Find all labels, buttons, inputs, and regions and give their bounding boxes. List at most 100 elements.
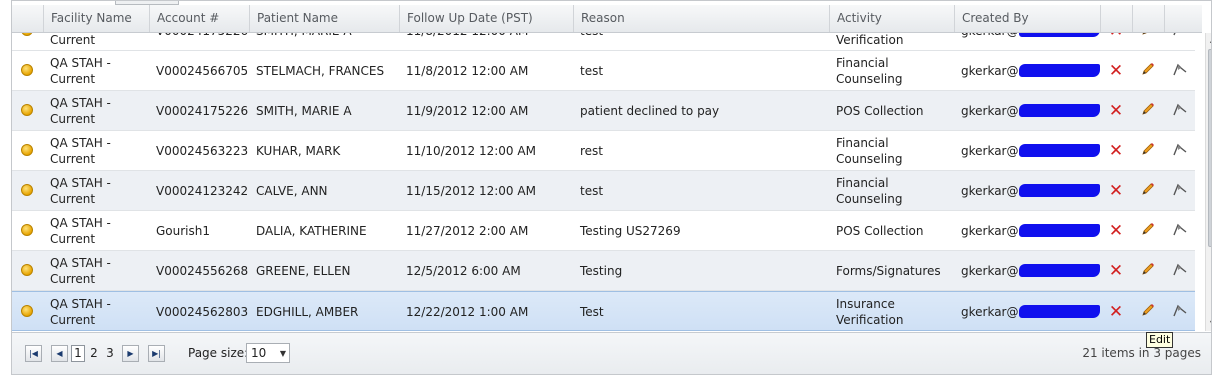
- pencil-icon[interactable]: [1141, 303, 1155, 320]
- scroll-up-arrow-icon[interactable]: ▲: [1206, 33, 1211, 47]
- flag-icon[interactable]: [1172, 142, 1188, 159]
- created-by-text: gkerkar@: [961, 63, 1019, 78]
- account-text: V00024563223: [156, 143, 249, 158]
- column-header-activity[interactable]: Activity: [829, 5, 954, 32]
- facility-text-line2: Current: [50, 111, 96, 126]
- patient-text: SMITH, MARIE A: [256, 33, 352, 38]
- page-number-2[interactable]: 2: [88, 345, 100, 362]
- delete-button[interactable]: ✕: [1100, 171, 1132, 210]
- close-icon[interactable]: ✕: [1109, 61, 1123, 81]
- delete-button[interactable]: ✕: [1100, 33, 1132, 50]
- redaction-mark: [1019, 33, 1100, 37]
- close-icon[interactable]: ✕: [1109, 141, 1123, 161]
- column-header-reason[interactable]: Reason: [573, 5, 829, 32]
- close-icon[interactable]: ✕: [1109, 181, 1123, 201]
- pager: |◀ ◀ 1 2 3 ▶ ▶| Page size: 10 ▼ 21 items…: [12, 332, 1211, 374]
- table-row-partial[interactable]: Current V00024175226 SMITH, MARIE A 11/8/20…: [12, 33, 1195, 51]
- pencil-icon[interactable]: [1141, 33, 1155, 39]
- page-number-1[interactable]: 1: [71, 345, 85, 362]
- edit-button[interactable]: [1132, 211, 1164, 250]
- delete-button[interactable]: ✕: [1100, 131, 1132, 170]
- flag-icon[interactable]: [1172, 182, 1188, 199]
- close-icon[interactable]: ✕: [1109, 302, 1123, 322]
- pencil-icon[interactable]: [1141, 262, 1155, 279]
- cell-patient: CALVE, ANN: [249, 171, 399, 210]
- redaction-mark: [1019, 264, 1100, 277]
- cell-followup: 11/8/2012 12:00 AM: [399, 33, 573, 50]
- chevron-down-icon[interactable]: ▼: [280, 345, 286, 363]
- close-icon[interactable]: ✕: [1109, 101, 1123, 121]
- prev-page-icon[interactable]: ◀: [51, 345, 68, 362]
- close-icon[interactable]: ✕: [1109, 33, 1123, 41]
- edit-button[interactable]: [1132, 51, 1164, 90]
- assign-button[interactable]: [1164, 171, 1195, 210]
- first-page-icon[interactable]: |◀: [25, 345, 42, 362]
- pencil-icon[interactable]: [1141, 142, 1155, 159]
- delete-button[interactable]: ✕: [1100, 91, 1132, 130]
- column-header-facility[interactable]: Facility Name: [43, 5, 149, 32]
- column-header-account[interactable]: Account #: [149, 5, 249, 32]
- account-text: V00024175226: [156, 33, 248, 38]
- assign-button[interactable]: [1164, 51, 1195, 90]
- pencil-icon[interactable]: [1141, 62, 1155, 79]
- cell-reason: test: [573, 51, 829, 90]
- patient-text: CALVE, ANN: [256, 183, 328, 198]
- table-row[interactable]: QA STAH - Current V00024556268 GREENE, ELLE…: [12, 251, 1195, 291]
- edit-button[interactable]: [1132, 292, 1164, 331]
- table-row[interactable]: QA STAH - Current V00024562803 EDGHILL, AMB…: [12, 291, 1195, 331]
- assign-button[interactable]: [1164, 91, 1195, 130]
- assign-button[interactable]: [1164, 131, 1195, 170]
- edit-button[interactable]: [1132, 251, 1164, 290]
- flag-icon[interactable]: [1172, 33, 1188, 39]
- edit-button[interactable]: [1132, 33, 1164, 50]
- table-row[interactable]: QA STAH - Current Gourish1 DALIA, KATHERINE…: [12, 211, 1195, 251]
- delete-button[interactable]: ✕: [1100, 51, 1132, 90]
- column-header-created-by[interactable]: Created By: [954, 5, 1100, 32]
- flag-icon[interactable]: [1172, 303, 1188, 320]
- assign-button[interactable]: [1164, 292, 1195, 331]
- page-size-select[interactable]: 10 ▼: [246, 343, 290, 363]
- status-dot-icon: [21, 224, 33, 236]
- facility-text-line1: QA STAH -: [50, 175, 111, 190]
- flag-icon[interactable]: [1172, 222, 1188, 239]
- grid-header: Facility Name Account # Patient Name Fol…: [12, 5, 1202, 33]
- scroll-down-arrow-icon[interactable]: ▼: [1206, 317, 1211, 331]
- followup-text: 11/10/2012 12:00 AM: [406, 143, 536, 158]
- flag-icon[interactable]: [1172, 262, 1188, 279]
- flag-icon[interactable]: [1172, 62, 1188, 79]
- table-row[interactable]: QA STAH - Current V00024175226 SMITH, MARIE…: [12, 91, 1195, 131]
- pencil-icon[interactable]: [1141, 222, 1155, 239]
- edit-button[interactable]: [1132, 131, 1164, 170]
- table-row[interactable]: QA STAH - Current V00024123242 CALVE, ANN 11…: [12, 171, 1195, 211]
- last-page-icon[interactable]: ▶|: [148, 345, 165, 362]
- pencil-icon[interactable]: [1141, 102, 1155, 119]
- delete-button[interactable]: ✕: [1100, 251, 1132, 290]
- edit-button[interactable]: [1132, 171, 1164, 210]
- column-header-followup[interactable]: Follow Up Date (PST): [399, 5, 573, 32]
- pencil-icon[interactable]: [1141, 182, 1155, 199]
- cell-account: V00024175226: [149, 33, 249, 50]
- facility-text: QA STAH - Current: [50, 55, 111, 87]
- column-header-patient[interactable]: Patient Name: [249, 5, 399, 32]
- account-text: V00024123242: [156, 183, 249, 198]
- flag-icon[interactable]: [1172, 102, 1188, 119]
- delete-button[interactable]: ✕: [1100, 211, 1132, 250]
- delete-button[interactable]: ✕: [1100, 292, 1132, 331]
- edit-button[interactable]: [1132, 91, 1164, 130]
- vertical-scrollbar[interactable]: ▲ ▼: [1205, 33, 1211, 331]
- table-row[interactable]: QA STAH - Current V00024563223 KUHAR, MARK 1…: [12, 131, 1195, 171]
- activity-text: Financial Counseling: [836, 135, 902, 167]
- created-by-text: gkerkar@: [961, 263, 1019, 278]
- close-icon[interactable]: ✕: [1109, 261, 1123, 281]
- edit-column-header: [1132, 5, 1164, 32]
- assign-button[interactable]: [1164, 33, 1195, 50]
- close-icon[interactable]: ✕: [1109, 221, 1123, 241]
- reason-text: rest: [580, 143, 604, 158]
- assign-button[interactable]: [1164, 251, 1195, 290]
- cell-account: V00024556268: [149, 251, 249, 290]
- page-number-3[interactable]: 3: [104, 345, 116, 362]
- assign-button[interactable]: [1164, 211, 1195, 250]
- table-row[interactable]: QA STAH - Current V00024566705 STELMACH, FR…: [12, 51, 1195, 91]
- next-page-icon[interactable]: ▶: [122, 345, 139, 362]
- scrollbar-thumb[interactable]: [1208, 49, 1211, 247]
